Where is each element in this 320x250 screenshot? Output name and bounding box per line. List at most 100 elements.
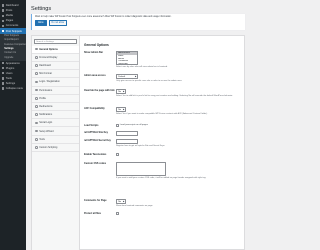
permissions-icon (35, 88, 38, 92)
tab-dashboard[interactable]: Dashboard (32, 62, 79, 71)
tab-social-login[interactable]: Social Login (32, 119, 79, 128)
sidebar-item-label: Posts (5, 9, 13, 13)
override-value: No (118, 91, 121, 93)
tab-label: Permissions (39, 88, 53, 92)
tab-label: Mini Format (39, 72, 52, 76)
tab-label: Profile (39, 96, 46, 100)
custom-css-label: Custom CSS codes (84, 162, 107, 165)
admin-access-select[interactable]: Default (116, 74, 138, 79)
role-option[interactable]: Subscriber (117, 63, 136, 66)
override-select[interactable]: No (116, 89, 126, 94)
collapse-menu-icon (2, 87, 5, 90)
sidebar-item-label: Settings (5, 81, 16, 85)
tab-setup-wizard[interactable]: Setup Wizard (32, 127, 79, 136)
sidebar-item-label: Comments (5, 24, 19, 28)
acf-value: No (118, 109, 121, 111)
chevron-down-icon (122, 109, 125, 111)
protect-label: Protect all files (84, 212, 102, 215)
enable-tax-checkbox[interactable] (116, 153, 119, 156)
admin-bar-desc: Select user by roles who will view admin… (116, 66, 168, 68)
sidebar-submenu: Post Snippets Import/Export Features Compa… (0, 33, 26, 61)
recaptcha-site-label: reCAPTCHA Site Key (84, 131, 108, 134)
plugins-icon (2, 66, 5, 70)
tab-tools[interactable]: Tools (32, 136, 79, 144)
custom-css-desc: If you want to add your custom CSS code,… (116, 177, 206, 179)
settings-search-input[interactable]: Search in Settings (34, 39, 77, 44)
pages-icon (2, 19, 5, 23)
custom-scripting-icon (35, 146, 38, 149)
tab-permissions[interactable]: Permissions (32, 87, 79, 95)
tab-label: Tools (39, 137, 45, 141)
tab-profile[interactable]: Profile (32, 95, 79, 103)
chevron-down-icon (122, 201, 125, 203)
chevron-down-icon (134, 76, 137, 78)
tab-custom-scripting[interactable]: Custom Scripting (32, 144, 79, 153)
comments-label: Comments for Page (84, 199, 107, 202)
sidebar-item-collapse-menu[interactable]: Collapse menu (0, 86, 26, 91)
tab-label: Setup Wizard (39, 129, 54, 133)
tab-label: Notifications (39, 113, 53, 117)
notice-text: Want to help make WP Fusion Post Snippet… (35, 16, 172, 18)
diagnostic-notice: Want to help make WP Fusion Post Snippet… (31, 14, 245, 30)
settings-icon (2, 82, 5, 85)
tab-redirections[interactable]: Redirections (32, 103, 79, 112)
allow-button[interactable]: Allow (35, 20, 47, 26)
recaptcha-site-input[interactable] (116, 131, 138, 136)
acf-select[interactable]: No (116, 107, 126, 112)
redirections-icon (35, 105, 38, 108)
posts-icon (2, 9, 5, 12)
appearance-icon (2, 61, 5, 65)
mini-format-icon (35, 72, 38, 76)
recaptcha-secret-input[interactable] (116, 139, 138, 144)
section-title: General Options (84, 43, 109, 47)
tab-label: Custom Scripting (39, 145, 58, 149)
tab-general-options[interactable]: General Options (32, 45, 79, 54)
override-label: Override the page with link (84, 89, 115, 92)
settings-panel: Search in Settings General Options Fronte… (31, 35, 245, 250)
tools-icon (2, 77, 5, 80)
sidebar-item-label: Post Snippets (5, 29, 22, 33)
admin-access-desc: Only give access to specific user role o… (116, 79, 183, 82)
dashboard-icon (2, 4, 5, 7)
tab-notifications[interactable]: Notifications (32, 111, 79, 120)
post-snippets-icon (2, 29, 5, 33)
social-login-icon (35, 121, 38, 125)
comments-select[interactable]: No (116, 199, 126, 204)
tab-label: Frontend Display (39, 55, 58, 59)
tab-mini-format[interactable]: Mini Format (32, 70, 79, 79)
profile-icon (35, 97, 38, 100)
submenu-item-upgrade[interactable]: Upgrade (0, 56, 26, 60)
sidebar-item-label: Appearance (5, 61, 20, 65)
sidebar-item-label: Plugins (5, 66, 15, 70)
tab-label: Redirections (39, 105, 53, 108)
tab-label: General Options (39, 47, 58, 51)
sidebar-item-label: Collapse menu (5, 87, 24, 91)
sidebar-item-label: Media (5, 14, 13, 18)
tab-login-registration[interactable]: Login / Registration (32, 78, 79, 87)
admin-access-value: Default (118, 76, 126, 78)
setup-wizard-icon (35, 129, 38, 133)
admin-sidebar: Dashboard Posts Media Pages Comments Post Sni… (0, 0, 26, 250)
admin-bar-roles-select[interactable]: Administrator Editor Author Contributor Subs… (116, 51, 138, 65)
tools-icon (35, 137, 38, 141)
admin-access-label: Admin area access (84, 74, 106, 77)
custom-css-textarea[interactable] (116, 162, 166, 176)
chevron-down-icon (122, 91, 125, 93)
protect-checkbox[interactable] (116, 212, 119, 215)
load-scripts-checkbox-label: Load javascripts on all pages (119, 124, 148, 127)
tab-label: Login / Registration (39, 80, 60, 84)
enable-tax-label: Enable Taxonomies (84, 153, 107, 156)
do-not-allow-button[interactable]: Do not allow (48, 20, 68, 26)
tab-frontend-display[interactable]: Frontend Display (32, 54, 79, 62)
dashboard-icon (35, 64, 38, 67)
sidebar-item-label: Pages (5, 19, 14, 23)
acf-desc: Select Yes if you want to make compatibl… (116, 112, 208, 115)
users-icon (2, 72, 5, 75)
main-content: Settings Want to help make WP Fusion Pos… (26, 0, 250, 250)
sidebar-item-label: Users (5, 71, 13, 75)
load-scripts-checkbox[interactable] (116, 124, 119, 127)
recaptcha-secret-desc: Register here to get reCaptcha Site and … (116, 144, 165, 147)
frontend-display-icon (35, 56, 38, 59)
tab-label: Dashboard (39, 64, 51, 68)
comments-icon (2, 24, 5, 28)
